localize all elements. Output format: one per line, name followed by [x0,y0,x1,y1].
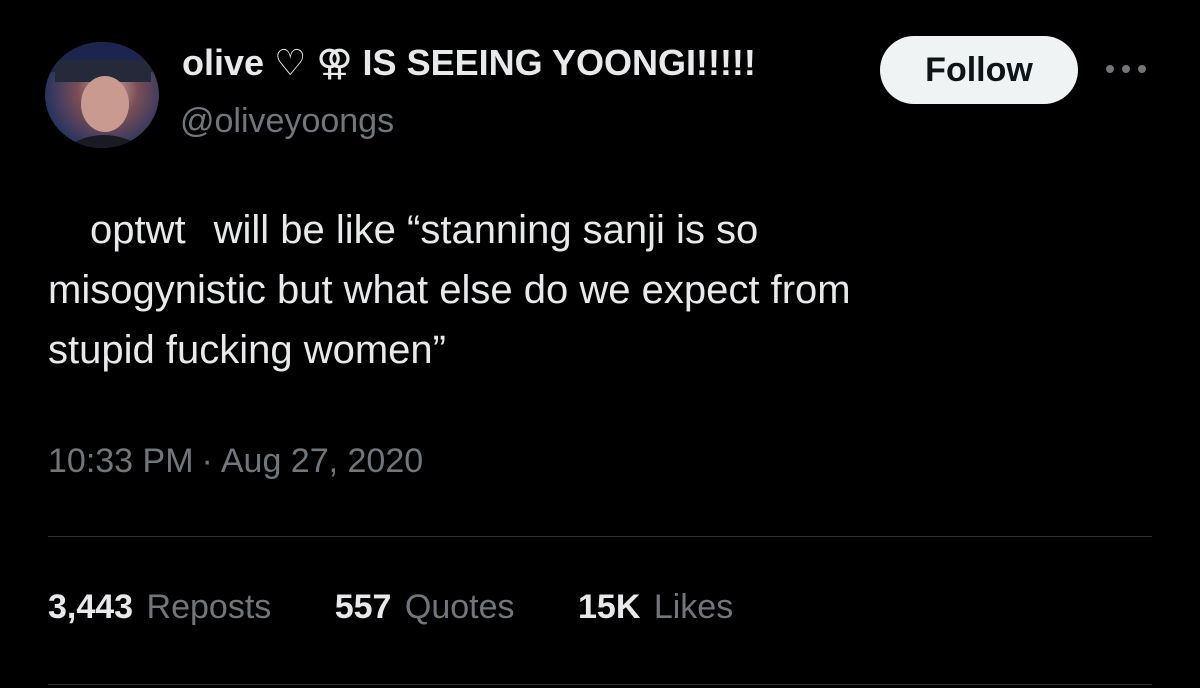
reposts-stat[interactable]: 3,443 Reposts [48,588,271,627]
display-name-prefix: olive [182,42,265,83]
lesbian-symbol-icon: ⚢ [316,42,353,83]
divider-bottom [48,684,1152,685]
likes-stat[interactable]: 15K Likes [578,588,733,627]
likes-label: Likes [653,588,734,626]
heart-icon: ♡ [274,42,307,83]
timestamp-separator: · [201,442,213,480]
likes-count: 15K [578,588,641,626]
tweet-line-2: misogynistic but what else do we expect … [48,268,851,312]
user-handle[interactable]: @oliveyoongs [180,102,394,141]
engagement-stats: 3,443 Reposts 557 Quotes 15K Likes [48,588,787,627]
profile-photo-icon [45,42,159,148]
divider-top [48,536,1152,537]
quotes-count: 557 [334,588,392,626]
follow-button[interactable]: Follow [880,36,1078,104]
tweet-timestamp[interactable]: 10:33 PM · Aug 27, 2020 [48,442,423,481]
more-options-button[interactable] [1102,54,1150,84]
more-dots-icon [1106,65,1146,73]
quotes-label: Quotes [404,588,515,626]
display-name-suffix: IS SEEING YOONGI!!!!! [362,42,756,83]
quotes-stat[interactable]: 557 Quotes [335,588,515,627]
reposts-label: Reposts [146,588,272,626]
tweet-line-1: will be like “stanning sanji is so [213,208,759,252]
reposts-count: 3,443 [48,588,134,626]
tweet-text: optwt will be like “stanning sanji is so … [48,200,1148,380]
avatar[interactable] [45,42,159,148]
mention-link[interactable]: optwt [90,208,186,252]
tweet-time: 10:33 PM [48,442,194,480]
tweet-date: Aug 27, 2020 [220,442,424,480]
display-name[interactable]: olive ♡ ⚢ IS SEEING YOONGI!!!!! [182,42,756,84]
tweet-line-3: stupid fucking women” [48,328,446,372]
